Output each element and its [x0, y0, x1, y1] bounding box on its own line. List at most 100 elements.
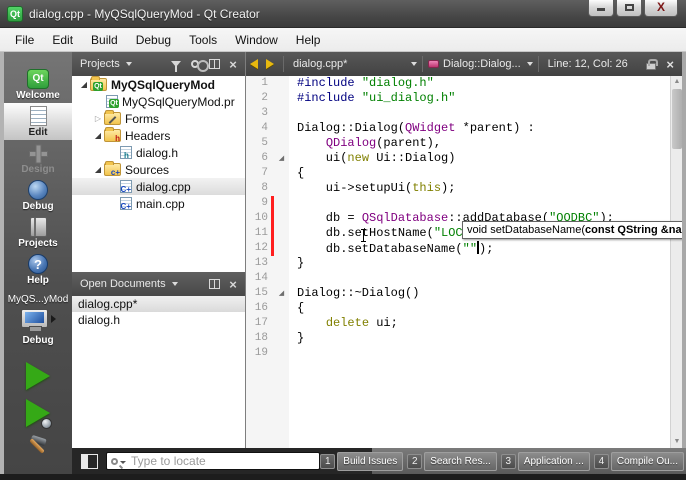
open-file-label: dialog.cpp* — [293, 58, 348, 70]
pane-button-search-res-[interactable]: Search Res... — [424, 451, 497, 471]
pane-button-compile-ou-[interactable]: Compile Ou... — [610, 451, 684, 471]
code-line[interactable]: 15 ◢ Dialog::~Dialog() — [246, 286, 670, 301]
mode-item-projects[interactable]: Projects — [4, 214, 72, 251]
split-button[interactable] — [206, 276, 222, 292]
tree-expander-icon[interactable]: ◢ — [92, 165, 104, 174]
scrollbar-down-button[interactable]: ▼ — [671, 436, 682, 448]
code-line[interactable]: 1 #include "dialog.h" — [246, 76, 670, 91]
locator-input[interactable] — [126, 454, 315, 468]
mode-item-debug[interactable]: Debug — [4, 177, 72, 214]
maximize-button[interactable] — [616, 0, 642, 17]
split-button[interactable] — [206, 56, 222, 72]
mode-item-welcome[interactable]: Qt Welcome — [4, 66, 72, 103]
menu-item-help[interactable]: Help — [287, 30, 330, 50]
pane-button-application-[interactable]: Application ... — [517, 451, 590, 471]
projects-panel-header: Projects × — [72, 52, 245, 76]
line-number: 3 — [261, 107, 268, 119]
fold-marker-spacer — [274, 241, 289, 256]
editor-close-button[interactable]: × — [662, 58, 682, 71]
open-file-combo[interactable]: dialog.cpp* — [289, 58, 417, 70]
scrollbar-up-button[interactable]: ▲ — [671, 76, 682, 88]
code-line[interactable]: 14 — [246, 271, 670, 286]
tree-expander-icon[interactable]: ◢ — [78, 80, 90, 89]
code-line[interactable]: 13} — [246, 256, 670, 271]
code-line[interactable]: 7{ — [246, 166, 670, 181]
mode-bar: Qt Welcome Edit Design Debug Projects? Help My… — [4, 52, 72, 474]
close-panel-button[interactable]: × — [225, 56, 241, 72]
code-line[interactable]: 19 — [246, 346, 670, 361]
code-text: QDialog(parent), — [325, 136, 442, 150]
code-line[interactable]: 18} — [246, 331, 670, 346]
debug-run-button[interactable] — [26, 399, 52, 429]
tree-item-dialog-cpp[interactable]: C+ dialog.cpp — [72, 178, 245, 195]
fold-marker-icon[interactable]: ◢ — [274, 151, 289, 166]
pane-shortcut-badge: 4 — [593, 453, 609, 469]
fold-marker-spacer — [274, 316, 289, 331]
line-number: 16 — [254, 302, 268, 314]
tree-item-main-cpp[interactable]: C+ main.cpp — [72, 195, 245, 212]
go-forward-button[interactable] — [262, 56, 278, 72]
menu-item-edit[interactable]: Edit — [43, 30, 82, 50]
editor-scrollbar[interactable]: ▲ ▼ — [670, 76, 682, 448]
tree-expander-icon[interactable]: ▷ — [92, 114, 104, 123]
minimize-icon — [597, 8, 605, 11]
open-document-dialog-h[interactable]: dialog.h — [72, 312, 245, 328]
fold-marker-spacer — [274, 76, 289, 91]
tree-item-label: MyQSqlQueryMod.pr — [122, 94, 235, 109]
go-back-button[interactable] — [246, 56, 262, 72]
output-pane-2: 2 Search Res... — [407, 451, 497, 471]
menu-item-tools[interactable]: Tools — [180, 30, 226, 50]
tree-item-myqsqlquerymod-pr[interactable]: Qt MyQSqlQueryMod.pr — [72, 93, 245, 110]
code-line[interactable]: 3 — [246, 106, 670, 121]
sidebar-toggle-button[interactable] — [81, 453, 98, 469]
menu-item-debug[interactable]: Debug — [127, 30, 180, 50]
menu-item-file[interactable]: File — [6, 30, 43, 50]
qt-folder-icon: Qt — [90, 76, 107, 91]
code-line[interactable]: 16 { — [246, 301, 670, 316]
close-button[interactable]: X — [644, 0, 678, 17]
back-arrow-icon — [250, 59, 258, 69]
mode-label: Design — [21, 163, 55, 175]
code-line[interactable]: 9 — [246, 196, 670, 211]
code-editor[interactable]: 1 #include "dialog.h" 2 #include "ui_dialog… — [246, 76, 682, 448]
mode-item-help[interactable]: ? Help — [4, 251, 72, 288]
pane-button-build-issues[interactable]: Build Issues — [337, 451, 404, 471]
maximize-icon — [624, 4, 634, 11]
tree-item-myqsqlquerymod[interactable]: ◢ Qt MyQSqlQueryMod — [72, 76, 245, 93]
mode-label: Edit — [28, 126, 48, 138]
tree-expander-icon[interactable]: ◢ — [92, 131, 104, 140]
target-project-label: MyQS...yMod — [7, 294, 69, 305]
code-line[interactable]: 12 db.setDatabaseName(""); — [246, 241, 670, 256]
fold-marker-spacer — [274, 211, 289, 226]
code-line[interactable]: 2 #include "ui_dialog.h" — [246, 91, 670, 106]
code-line[interactable]: 5 QDialog(parent), — [246, 136, 670, 151]
tree-item-sources[interactable]: ◢ c+ Sources — [72, 161, 245, 178]
scrollbar-thumb[interactable] — [672, 89, 682, 149]
menu-item-window[interactable]: Window — [226, 30, 287, 50]
tree-item-headers[interactable]: ◢ h Headers — [72, 127, 245, 144]
close-panel-button[interactable]: × — [225, 276, 241, 292]
symbol-combo[interactable]: Dialog::Dialog... — [428, 58, 533, 70]
tree-item-label: Sources — [125, 162, 170, 177]
build-button[interactable] — [25, 434, 51, 458]
qt-creator-window: Qt dialog.cpp - MyQSqlQueryMod - Qt Crea… — [0, 0, 686, 480]
code-line[interactable]: 4 Dialog::Dialog(QWidget *parent) : — [246, 121, 670, 136]
tree-item-forms[interactable]: ▷ Forms — [72, 110, 245, 127]
sync-with-editor-button[interactable] — [187, 56, 209, 72]
mode-item-design: Design — [4, 140, 72, 177]
fold-marker-icon[interactable]: ◢ — [274, 286, 289, 301]
run-button[interactable] — [26, 362, 50, 390]
open-document-dialog-cpp-[interactable]: dialog.cpp* — [72, 296, 245, 312]
target-kit-selector[interactable]: Debug — [4, 309, 72, 346]
code-line[interactable]: 6 ◢ ui(new Ui::Dialog) — [246, 151, 670, 166]
filter-button[interactable] — [168, 56, 184, 72]
split-icon — [208, 279, 220, 289]
minimize-button[interactable] — [588, 0, 614, 17]
code-line[interactable]: 17 delete ui; — [246, 316, 670, 331]
tree-item-dialog-h[interactable]: h dialog.h — [72, 144, 245, 161]
open-documents-combo[interactable]: Open Documents — [76, 278, 166, 290]
menu-item-build[interactable]: Build — [82, 30, 127, 50]
projects-panel-combo[interactable]: Projects — [76, 58, 120, 70]
mode-item-edit[interactable]: Edit — [4, 103, 72, 140]
code-line[interactable]: 8 ui->setupUi(this); — [246, 181, 670, 196]
